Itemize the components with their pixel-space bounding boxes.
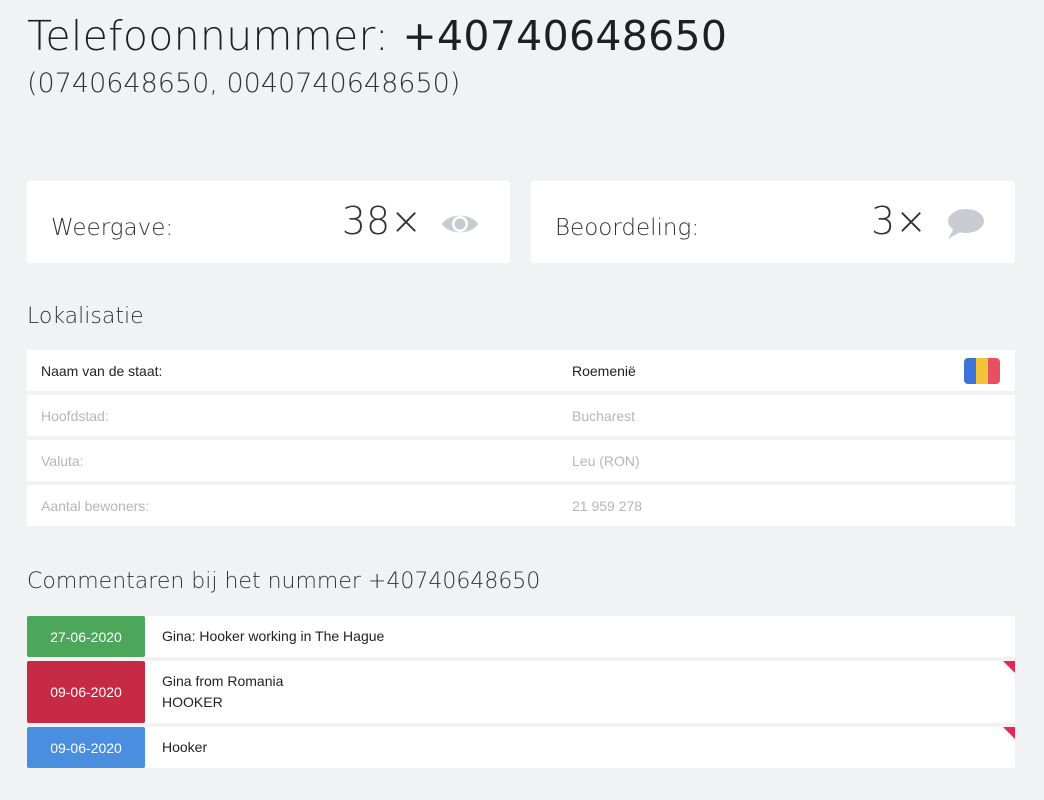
info-value: Bucharest [572, 408, 636, 424]
comment-line: Gina from Romania [162, 673, 284, 689]
info-label: Valuta: [41, 453, 84, 469]
comment-line: Hooker [162, 739, 208, 755]
comment-date-badge: 09-06-2020 [27, 727, 145, 768]
info-label: Aantal bewoners: [41, 498, 150, 514]
rating-count: 3× [870, 199, 927, 243]
views-count: 38× [341, 199, 422, 243]
comment-text: Gina: Hooker working in The Hague [162, 616, 384, 657]
info-row-capital: Hoofdstad: Bucharest [27, 395, 1015, 436]
page-subtitle: (0740648650, 0040740648650) [27, 68, 461, 99]
info-value: Leu (RON) [572, 453, 640, 469]
info-row-currency: Valuta: Leu (RON) [27, 440, 1015, 481]
comment-item: 09-06-2020 Hooker [27, 727, 1015, 768]
comment-text: Hooker [162, 727, 207, 768]
info-row-population: Aantal bewoners: 21 959 278 [27, 485, 1015, 526]
info-value: Roemenië [572, 363, 636, 379]
comment-item: 09-06-2020 Gina from Romania HOOKER [27, 661, 1015, 723]
info-row-country: Naam van de staat: Roemenië [27, 350, 1015, 391]
flag-corner-marker[interactable] [1003, 661, 1015, 673]
comments-section-title: Commentaren bij het nummer +40740648650 [27, 569, 541, 594]
comment-text: Gina from Romania HOOKER [162, 661, 283, 723]
comment-date-badge: 09-06-2020 [27, 661, 145, 723]
comment-line: Gina: Hooker working in The Hague [162, 628, 385, 644]
location-section-title: Lokalisatie [27, 304, 144, 329]
info-label: Naam van de staat: [41, 363, 163, 379]
eye-icon [442, 215, 478, 233]
rating-label: Beoordeling: [555, 215, 700, 241]
page-title-number: +40740648650 [402, 12, 728, 60]
page-title-prefix: Telefoonnummer: [27, 12, 390, 60]
comment-date-badge: 27-06-2020 [27, 616, 145, 657]
flag-corner-marker[interactable] [1003, 727, 1015, 739]
info-value: 21 959 278 [572, 498, 643, 514]
comment-line: HOOKER [162, 694, 223, 710]
page-title: Telefoonnummer: +40740648650 [27, 12, 727, 60]
rating-card: Beoordeling: 3× [531, 181, 1015, 263]
romania-flag-icon [964, 358, 1000, 384]
views-label: Weergave: [51, 215, 174, 241]
info-label: Hoofdstad: [41, 408, 109, 424]
speech-bubble-icon [948, 209, 984, 239]
views-card: Weergave: 38× [27, 181, 510, 263]
comment-item: 27-06-2020 Gina: Hooker working in The H… [27, 616, 1015, 657]
